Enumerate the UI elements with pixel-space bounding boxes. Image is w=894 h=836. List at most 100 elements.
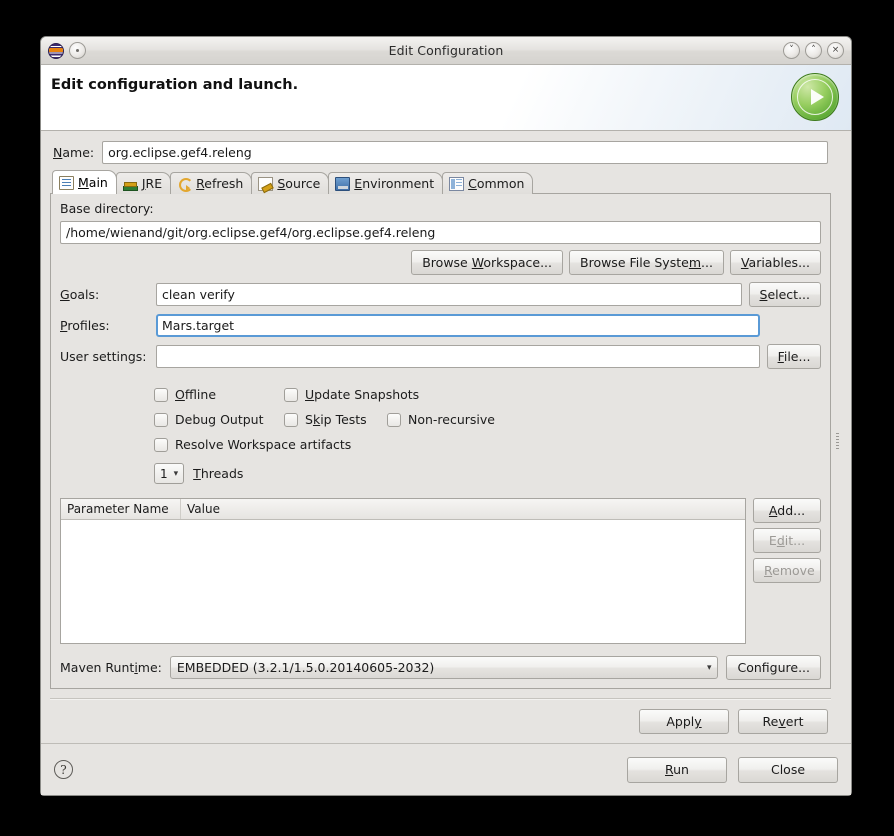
- window-titlebar: Edit Configuration ˅ ˄ ×: [41, 37, 851, 65]
- parameters-table[interactable]: Parameter Name Value: [60, 498, 746, 644]
- chevron-down-icon[interactable]: ▾: [707, 663, 712, 673]
- source-tab-icon: [258, 176, 274, 191]
- threads-label: Threads: [193, 466, 244, 481]
- eclipse-icon[interactable]: [48, 42, 64, 59]
- checkbox-line-3: Resolve Workspace artifacts: [154, 432, 821, 457]
- name-row: Name:: [50, 139, 831, 170]
- parameters-table-buttons: Add... Edit... Remove: [753, 498, 821, 644]
- debug-output-checkbox-label: Debug Output: [175, 412, 264, 427]
- skip-tests-checkbox[interactable]: Skip Tests: [284, 412, 387, 427]
- skip-tests-checkbox-box[interactable]: [284, 412, 298, 427]
- variables-button[interactable]: Variables...: [729, 250, 821, 275]
- tab-strip: Main JRE Refresh Source Environment Comm…: [50, 170, 831, 194]
- browse-workspace-button[interactable]: Browse Workspace...: [411, 250, 563, 275]
- goals-label: Goals:: [60, 287, 100, 302]
- non-recursive-checkbox[interactable]: Non-recursive: [387, 412, 495, 427]
- maximize-icon[interactable]: ˄: [805, 42, 822, 59]
- update-snapshots-checkbox-box[interactable]: [284, 387, 298, 402]
- non-recursive-checkbox-label: Non-recursive: [408, 412, 495, 427]
- tab-jre[interactable]: JRE: [115, 172, 172, 194]
- options-checkbox-area: Offline Update Snapshots Debug Output Sk…: [60, 382, 821, 487]
- chevron-down-icon[interactable]: ▾: [174, 469, 179, 479]
- resolve-workspace-artifacts-checkbox-label: Resolve Workspace artifacts: [175, 437, 352, 452]
- jre-tab-icon: [122, 177, 138, 191]
- tab-refresh[interactable]: Refresh: [170, 172, 253, 194]
- update-snapshots-checkbox-label: Update Snapshots: [305, 387, 420, 402]
- offline-checkbox-box[interactable]: [154, 387, 168, 402]
- dialog-footer: ? Run Close: [41, 743, 851, 795]
- window-dot-icon[interactable]: [69, 42, 86, 59]
- update-snapshots-checkbox[interactable]: Update Snapshots: [284, 387, 419, 402]
- non-recursive-checkbox-box[interactable]: [387, 412, 401, 427]
- configure-button[interactable]: Configure...: [726, 655, 821, 680]
- close-button[interactable]: Close: [738, 756, 838, 783]
- main-tab-panel: Base directory: Browse Workspace... Brow…: [50, 193, 831, 689]
- minimize-icon[interactable]: ˅: [783, 42, 800, 59]
- tab-source[interactable]: Source: [251, 172, 330, 194]
- resize-sash[interactable]: [833, 139, 842, 743]
- maven-runtime-label: Maven Runtime:: [60, 660, 162, 675]
- profiles-row: Profiles:: [60, 314, 821, 337]
- goals-row: Goals: Select...: [60, 282, 821, 307]
- name-label: Name:: [53, 145, 95, 160]
- offline-checkbox[interactable]: Offline: [154, 387, 284, 402]
- profiles-input[interactable]: [156, 314, 760, 337]
- threads-row: 1 ▾ Threads: [154, 460, 821, 487]
- parameters-table-header: Parameter Name Value: [61, 499, 745, 520]
- threads-spinner[interactable]: 1 ▾: [154, 463, 185, 484]
- window-title: Edit Configuration: [388, 43, 504, 58]
- browse-buttons-row: Browse Workspace... Browse File System..…: [60, 250, 821, 275]
- offline-checkbox-label: Offline: [175, 387, 217, 402]
- titlebar-left-icons: [41, 42, 86, 59]
- browse-file-system-button[interactable]: Browse File System...: [569, 250, 724, 275]
- edit-parameter-button[interactable]: Edit...: [753, 528, 821, 553]
- revert-button[interactable]: Revert: [738, 709, 828, 734]
- user-settings-row: User settings: File...: [60, 344, 821, 369]
- goals-input[interactable]: [156, 283, 742, 306]
- tab-common-label: Common: [468, 176, 525, 191]
- column-header-parameter-name[interactable]: Parameter Name: [61, 499, 181, 519]
- tab-source-label: Source: [277, 176, 321, 191]
- tab-main[interactable]: Main: [52, 170, 117, 194]
- user-settings-input[interactable]: [156, 345, 760, 368]
- skip-tests-checkbox-label: Skip Tests: [305, 412, 367, 427]
- help-icon[interactable]: ?: [54, 760, 73, 779]
- base-directory-label: Base directory:: [60, 201, 154, 216]
- apply-button[interactable]: Apply: [639, 709, 729, 734]
- titlebar-window-buttons: ˅ ˄ ×: [783, 42, 844, 59]
- resolve-workspace-artifacts-checkbox[interactable]: Resolve Workspace artifacts: [154, 437, 351, 452]
- resolve-workspace-artifacts-checkbox-box[interactable]: [154, 437, 168, 452]
- environment-tab-icon: [335, 176, 351, 191]
- tab-main-label: Main: [78, 175, 108, 190]
- footer-buttons: Run Close: [627, 756, 838, 783]
- debug-output-checkbox[interactable]: Debug Output: [154, 412, 284, 427]
- base-directory-input[interactable]: [60, 221, 821, 244]
- sash-grip-icon: [836, 433, 839, 449]
- dialog-content: Name: Main JRE Refresh: [50, 139, 831, 743]
- close-icon[interactable]: ×: [827, 42, 844, 59]
- run-button[interactable]: Run: [627, 756, 727, 783]
- debug-output-checkbox-box[interactable]: [154, 412, 168, 427]
- profiles-label: Profiles:: [60, 318, 110, 333]
- name-input[interactable]: [102, 141, 828, 164]
- main-tab-icon: [59, 175, 74, 190]
- parameters-section: Parameter Name Value Add... Edit... Remo…: [60, 498, 821, 644]
- checkbox-line-2: Debug Output Skip Tests Non-recursive: [154, 407, 821, 432]
- maven-runtime-select[interactable]: EMBEDDED (3.2.1/1.5.0.20140605-2032) ▾: [169, 656, 719, 679]
- add-parameter-button[interactable]: Add...: [753, 498, 821, 523]
- tab-environment[interactable]: Environment: [328, 172, 444, 194]
- edit-configuration-dialog: Edit Configuration ˅ ˄ × Edit configurat…: [40, 36, 852, 796]
- tab-common[interactable]: Common: [442, 172, 534, 194]
- refresh-tab-icon: [177, 177, 194, 192]
- user-settings-label: User settings:: [60, 349, 147, 364]
- tab-jre-label: JRE: [141, 176, 163, 191]
- threads-value: 1: [160, 466, 168, 481]
- remove-parameter-button[interactable]: Remove: [753, 558, 821, 583]
- parameters-table-body[interactable]: [61, 520, 745, 643]
- tab-environment-label: Environment: [354, 176, 435, 191]
- goals-select-button[interactable]: Select...: [748, 282, 821, 307]
- tab-folder: Main JRE Refresh Source Environment Comm…: [50, 170, 831, 689]
- user-settings-file-button[interactable]: File...: [767, 344, 821, 369]
- dialog-banner: Edit configuration and launch.: [41, 65, 851, 131]
- column-header-value[interactable]: Value: [181, 499, 745, 519]
